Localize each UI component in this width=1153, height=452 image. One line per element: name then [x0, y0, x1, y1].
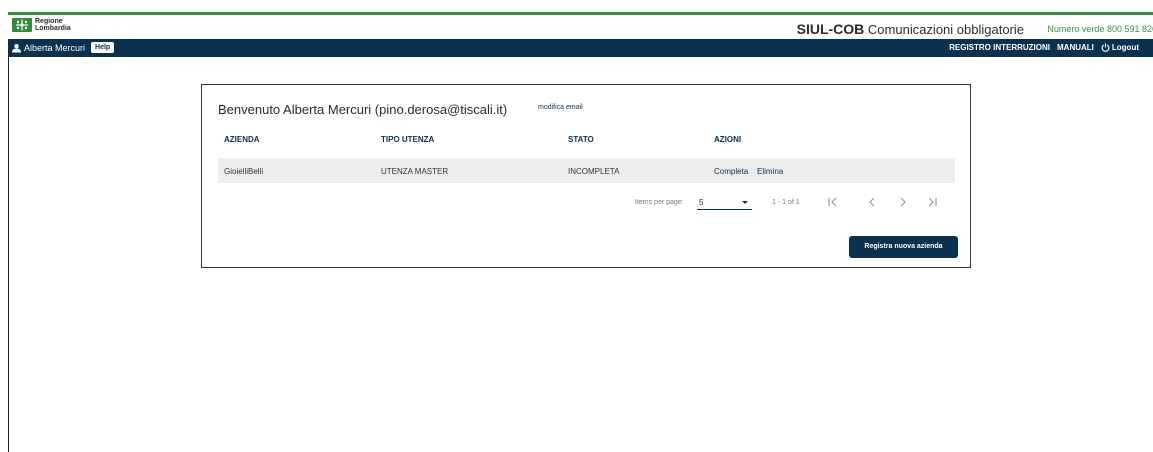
logout-link[interactable]: Logout	[1112, 43, 1139, 52]
logo-line-1: Regione	[35, 18, 63, 25]
last-page-icon[interactable]	[925, 195, 939, 209]
column-header-tipo-utenza[interactable]: TIPO UTENZA	[381, 135, 434, 144]
app-subtitle: Comunicazioni obbligatorie	[867, 22, 1024, 37]
app-title: SIUL-COB Comunicazioni obbligatorie	[797, 21, 1024, 37]
user-name: Alberta Mercuri	[24, 42, 86, 53]
regione-lombardia-logo[interactable]: Regione Lombardia	[12, 18, 71, 32]
numero-verde: Numero verde 800 591 826	[1047, 24, 1153, 34]
completa-link[interactable]: Completa	[714, 167, 748, 176]
window-border	[8, 14, 9, 452]
items-per-page-value: 5	[699, 198, 704, 207]
first-page-icon[interactable]	[826, 195, 840, 209]
aziende-card: Benvenuto Alberta Mercuri (pino.derosa@t…	[201, 84, 971, 268]
rosa-camuna-icon	[12, 18, 32, 32]
user-icon	[12, 43, 21, 52]
cell-tipo-utenza: UTENZA MASTER	[381, 167, 449, 176]
cell-azienda: GioielliBelli	[224, 167, 264, 176]
logo-line-2: Lombardia	[35, 25, 71, 32]
navbar: Alberta Mercuri Help REGISTRO INTERRUZIO…	[8, 39, 1153, 57]
prev-page-icon[interactable]	[865, 195, 879, 209]
cell-stato: INCOMPLETA	[568, 167, 620, 176]
welcome-title: Benvenuto Alberta Mercuri (pino.derosa@t…	[218, 102, 508, 117]
column-header-stato[interactable]: STATO	[568, 135, 594, 144]
manuali-link[interactable]: MANUALI	[1057, 43, 1094, 52]
help-button[interactable]: Help	[91, 42, 115, 53]
top-header: Regione Lombardia SIUL-COB Comunicazioni…	[8, 15, 1153, 39]
column-header-azioni[interactable]: AZIONI	[714, 135, 741, 144]
next-page-icon[interactable]	[896, 195, 910, 209]
elimina-link[interactable]: Elimina	[757, 167, 783, 176]
modifica-email-link[interactable]: modifica email	[538, 104, 583, 111]
app-name: SIUL-COB	[796, 21, 865, 37]
logo-text: Regione Lombardia	[35, 18, 71, 32]
user-menu[interactable]: Alberta Mercuri Help	[12, 42, 115, 53]
registro-interruzioni-link[interactable]: REGISTRO INTERRUZIONI	[949, 43, 1050, 52]
items-per-page-label: Items per page:	[635, 199, 684, 206]
items-per-page-select[interactable]: 5	[697, 195, 752, 210]
column-header-azienda[interactable]: AZIENDA	[224, 135, 260, 144]
range-label: 1 - 1 of 1	[772, 199, 800, 206]
table-row: GioielliBelli UTENZA MASTER INCOMPLETA C…	[218, 158, 955, 183]
power-icon[interactable]	[1101, 43, 1110, 52]
nav-links: REGISTRO INTERRUZIONI MANUALI Logout	[942, 43, 1139, 52]
registra-nuova-azienda-button[interactable]: Registra nuova azienda	[849, 236, 958, 258]
dropdown-arrow-icon	[742, 201, 748, 204]
